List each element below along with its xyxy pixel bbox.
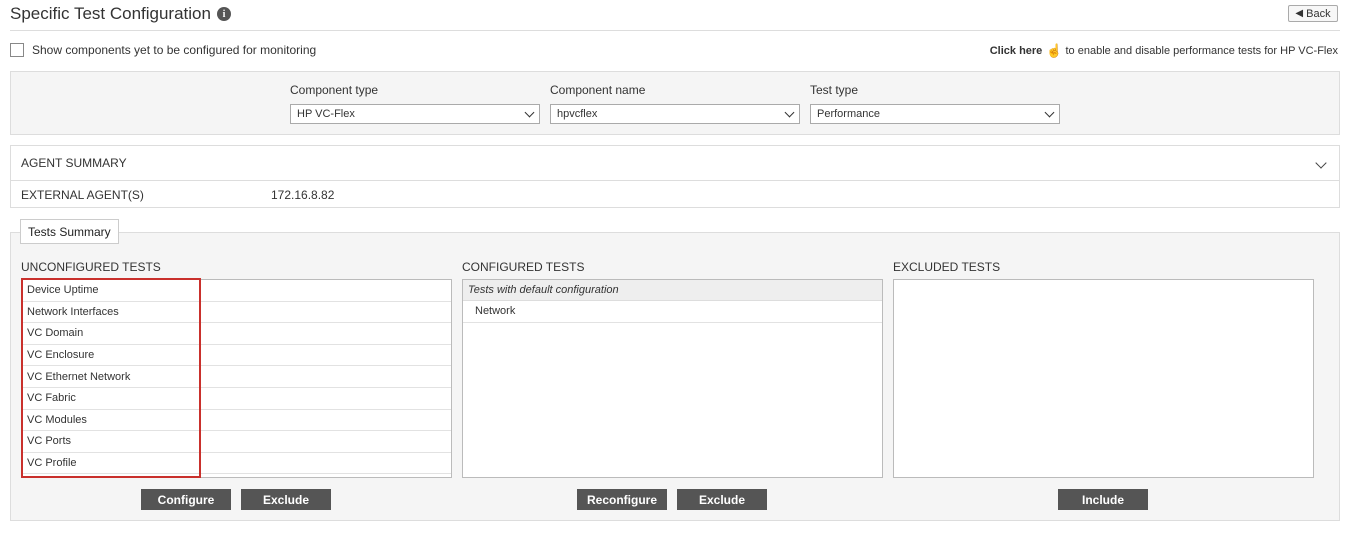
click-here-row: Click here ☝ to enable and disable perfo… — [990, 43, 1338, 59]
excluded-tests-title: EXCLUDED TESTS — [893, 260, 1001, 274]
component-type-label: Component type — [290, 83, 379, 97]
exclude-button[interactable]: Exclude — [241, 489, 331, 510]
component-type-select[interactable]: HP VC-Flex — [290, 104, 540, 124]
page-title: Specific Test Configuration — [10, 4, 211, 23]
hand-pointer-icon: ☝ — [1046, 43, 1063, 58]
agent-summary-header[interactable]: AGENT SUMMARY — [11, 146, 1339, 181]
click-here-link[interactable]: Click here — [990, 45, 1043, 57]
back-label: Back — [1306, 7, 1331, 20]
configured-tests-list[interactable]: Tests with default configuration Network — [462, 279, 883, 478]
external-agents-value: 172.16.8.82 — [271, 188, 335, 202]
test-type-value: Performance — [817, 108, 880, 120]
agent-summary-panel: AGENT SUMMARY EXTERNAL AGENT(S) 172.16.8… — [10, 145, 1340, 208]
back-button[interactable]: ◀ Back — [1288, 5, 1338, 22]
chevron-down-icon — [784, 107, 795, 118]
chevron-down-icon — [524, 107, 535, 118]
list-item[interactable]: VC Domain — [22, 323, 451, 345]
test-type-label: Test type — [810, 83, 859, 97]
unconfigured-tests-list[interactable]: Device Uptime Network Interfaces VC Doma… — [21, 279, 452, 478]
back-arrow-icon: ◀ — [1295, 8, 1304, 19]
configure-button[interactable]: Configure — [141, 489, 231, 510]
exclude-configured-button[interactable]: Exclude — [677, 489, 767, 510]
reconfigure-button[interactable]: Reconfigure — [577, 489, 667, 510]
show-components-row: Show components yet to be configured for… — [10, 43, 316, 57]
header-divider — [10, 30, 1340, 31]
list-item[interactable]: VC Ports — [22, 431, 451, 453]
list-item[interactable]: VC Profile — [22, 453, 451, 475]
tests-summary-tab[interactable]: Tests Summary — [20, 219, 119, 244]
test-type-select[interactable]: Performance — [810, 104, 1060, 124]
configured-tests-title: CONFIGURED TESTS — [462, 260, 585, 274]
click-here-text: to enable and disable performance tests … — [1065, 45, 1339, 57]
list-item[interactable]: VC Enclosure — [22, 345, 451, 367]
info-icon[interactable]: i — [216, 7, 231, 21]
component-name-select[interactable]: hpvcflex — [550, 104, 800, 124]
default-config-group-header: Tests with default configuration — [463, 280, 882, 301]
external-agents-label: EXTERNAL AGENT(S) — [21, 188, 144, 202]
show-components-checkbox[interactable] — [10, 43, 24, 57]
include-button[interactable]: Include — [1058, 489, 1148, 510]
agent-summary-title: AGENT SUMMARY — [21, 156, 127, 170]
unconfigured-tests-title: UNCONFIGURED TESTS — [21, 260, 161, 274]
show-components-label: Show components yet to be configured for… — [32, 43, 317, 57]
filter-panel: Component type HP VC-Flex Component name… — [10, 71, 1340, 135]
list-item[interactable]: VC Fabric — [22, 388, 451, 410]
chevron-down-icon — [1044, 107, 1055, 118]
list-item[interactable]: VC Modules — [22, 410, 451, 432]
list-item[interactable]: Network Interfaces — [22, 302, 451, 324]
component-name-label: Component name — [550, 83, 646, 97]
page-title-row: Specific Test Configuration i — [10, 4, 231, 24]
excluded-tests-list[interactable] — [893, 279, 1314, 478]
list-item[interactable]: Network — [463, 301, 882, 323]
list-item[interactable]: Device Uptime — [22, 280, 451, 302]
component-name-value: hpvcflex — [557, 108, 598, 120]
component-type-value: HP VC-Flex — [297, 108, 355, 120]
list-item[interactable]: VC Ethernet Network — [22, 366, 451, 388]
